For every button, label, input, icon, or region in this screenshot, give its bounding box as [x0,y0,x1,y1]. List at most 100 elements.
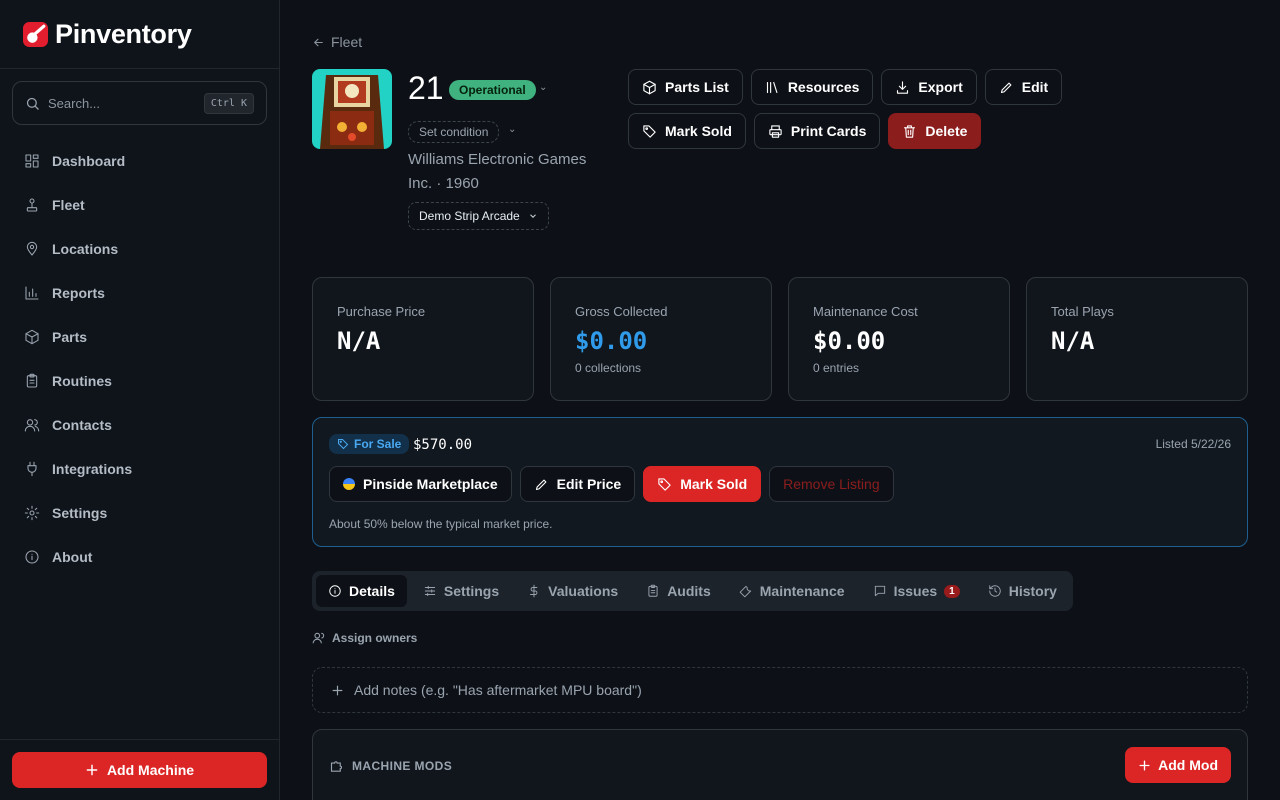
remove-listing-label: Remove Listing [783,476,880,492]
sidebar-item-contacts[interactable]: Contacts [12,403,267,447]
machine-thumbnail[interactable] [312,69,392,149]
export-button[interactable]: Export [881,69,977,105]
location-label: Demo Strip Arcade [419,209,520,223]
edit-label: Edit [1021,79,1049,95]
sidebar-item-fleet[interactable]: Fleet [12,183,267,227]
stat-card-gross-collected: Gross Collected $0.00 0 collections [550,277,772,401]
tab-label: Valuations [548,583,619,599]
stat-subtext: 0 collections [575,361,642,375]
add-machine-button[interactable]: Add Machine [12,752,267,788]
tab-valuations[interactable]: Valuations [515,575,630,607]
status-badge[interactable]: Operational [449,80,536,100]
pinventory-logo-icon [23,21,48,47]
tab-issues[interactable]: Issues 1 [861,575,972,607]
sidebar-item-label: Integrations [52,461,133,477]
sale-mark-sold-button[interactable]: Mark Sold [643,466,762,502]
back-label: Fleet [331,34,363,50]
for-sale-label: For Sale [354,437,402,451]
stat-card-total-plays: Total Plays N/A [1026,277,1248,401]
chevron-down-icon[interactable]: ⌄ [539,82,547,93]
print-cards-button[interactable]: Print Cards [753,113,881,149]
stat-card-maintenance-cost: Maintenance Cost $0.00 0 entries [788,277,1010,401]
sale-actions: Pinside Marketplace Edit Price Mark Sold… [329,466,894,502]
tag-icon [643,124,656,138]
tab-maintenance[interactable]: Maintenance [727,575,857,607]
search-input[interactable]: Search... Ctrl K [12,81,267,125]
stat-value: $0.00 [575,327,648,355]
search-shortcut: Ctrl K [203,92,254,114]
delete-button[interactable]: Delete [888,113,982,149]
sidebar-item-locations[interactable]: Locations [12,227,267,271]
tab-label: Settings [443,583,500,599]
clipboard-icon [26,373,38,388]
machine-mods-title: MACHINE MODS [352,758,453,773]
chevron-down-icon [529,214,536,218]
package-icon [643,80,656,94]
sale-mark-sold-label: Mark Sold [680,476,748,492]
add-mod-button[interactable]: Add Mod [1125,747,1231,783]
listed-date: Listed 5/22/26 [1155,437,1231,451]
mark-sold-button[interactable]: Mark Sold [628,113,746,149]
library-icon [766,81,778,93]
sidebar-item-label: Settings [52,505,108,521]
edit-button[interactable]: Edit [984,69,1063,105]
tab-label: Details [349,583,395,599]
assign-owners-button[interactable]: Assign owners [312,631,417,645]
tab-label: Audits [667,583,711,599]
puzzle-icon [330,761,343,772]
sidebar-item-reports[interactable]: Reports [12,271,267,315]
gear-icon [24,505,40,521]
sidebar-item-label: Reports [52,285,105,301]
users-icon [24,419,40,432]
sidebar-item-label: Routines [52,373,112,389]
tab-label: Maintenance [759,583,845,599]
tab-settings[interactable]: Settings [411,575,511,607]
add-notes-field[interactable]: Add notes (e.g. "Has aftermarket MPU boa… [312,667,1248,713]
plus-icon [332,685,343,695]
sidebar-item-routines[interactable]: Routines [12,359,267,403]
add-notes-placeholder: Add notes (e.g. "Has aftermarket MPU boa… [354,682,642,698]
sidebar-item-label: About [52,549,93,565]
pinside-marketplace-button[interactable]: Pinside Marketplace [329,466,512,502]
tab-audits[interactable]: Audits [634,575,723,607]
stats-row: Purchase Price N/A Gross Collected $0.00… [312,277,1248,401]
tab-details[interactable]: Details [316,575,407,607]
detail-tabs: Details Settings Valuations Audits Maint… [312,571,1073,611]
pencil-icon [535,479,547,490]
remove-listing-button[interactable]: Remove Listing [769,466,894,502]
parts-list-button[interactable]: Parts List [628,69,743,105]
stat-value: N/A [337,327,381,355]
brand[interactable]: Pinventory [0,0,279,69]
grid-icon [25,154,39,168]
tab-label: Issues [893,583,938,599]
chevron-down-icon[interactable]: ⌄ [508,124,516,135]
location-selector[interactable]: Demo Strip Arcade [408,202,549,230]
sidebar-item-parts[interactable]: Parts [12,315,267,359]
tab-history[interactable]: History [976,575,1069,607]
sidebar-item-label: Fleet [52,197,85,213]
add-machine-label: Add Machine [106,762,195,778]
trash-icon [904,124,916,138]
joystick-icon [26,198,38,212]
delete-label: Delete [925,123,968,139]
resources-button[interactable]: Resources [750,69,874,105]
condition-selector[interactable]: Set condition [408,121,500,143]
stat-value: N/A [1051,327,1095,355]
clipboard-icon [648,584,658,597]
sidebar-item-dashboard[interactable]: Dashboard [12,139,267,183]
for-sale-badge: For Sale [329,434,410,454]
edit-price-button[interactable]: Edit Price [519,466,636,502]
sidebar-item-settings[interactable]: Settings [12,491,267,535]
sidebar: Pinventory Search... Ctrl K Dashboard Fl… [0,0,280,800]
plug-icon [27,461,37,477]
package-icon [25,329,39,345]
arrow-left-icon [313,38,323,46]
history-icon [989,585,1001,597]
back-link[interactable]: Fleet [312,34,362,50]
sidebar-item-about[interactable]: About [12,535,267,579]
sidebar-item-integrations[interactable]: Integrations [12,447,267,491]
info-icon [25,550,39,564]
printer-icon [769,124,782,138]
brand-name: Pinventory [55,18,192,49]
sale-listing-panel: For Sale $570.00 Listed 5/22/26 Pinside … [312,417,1248,547]
